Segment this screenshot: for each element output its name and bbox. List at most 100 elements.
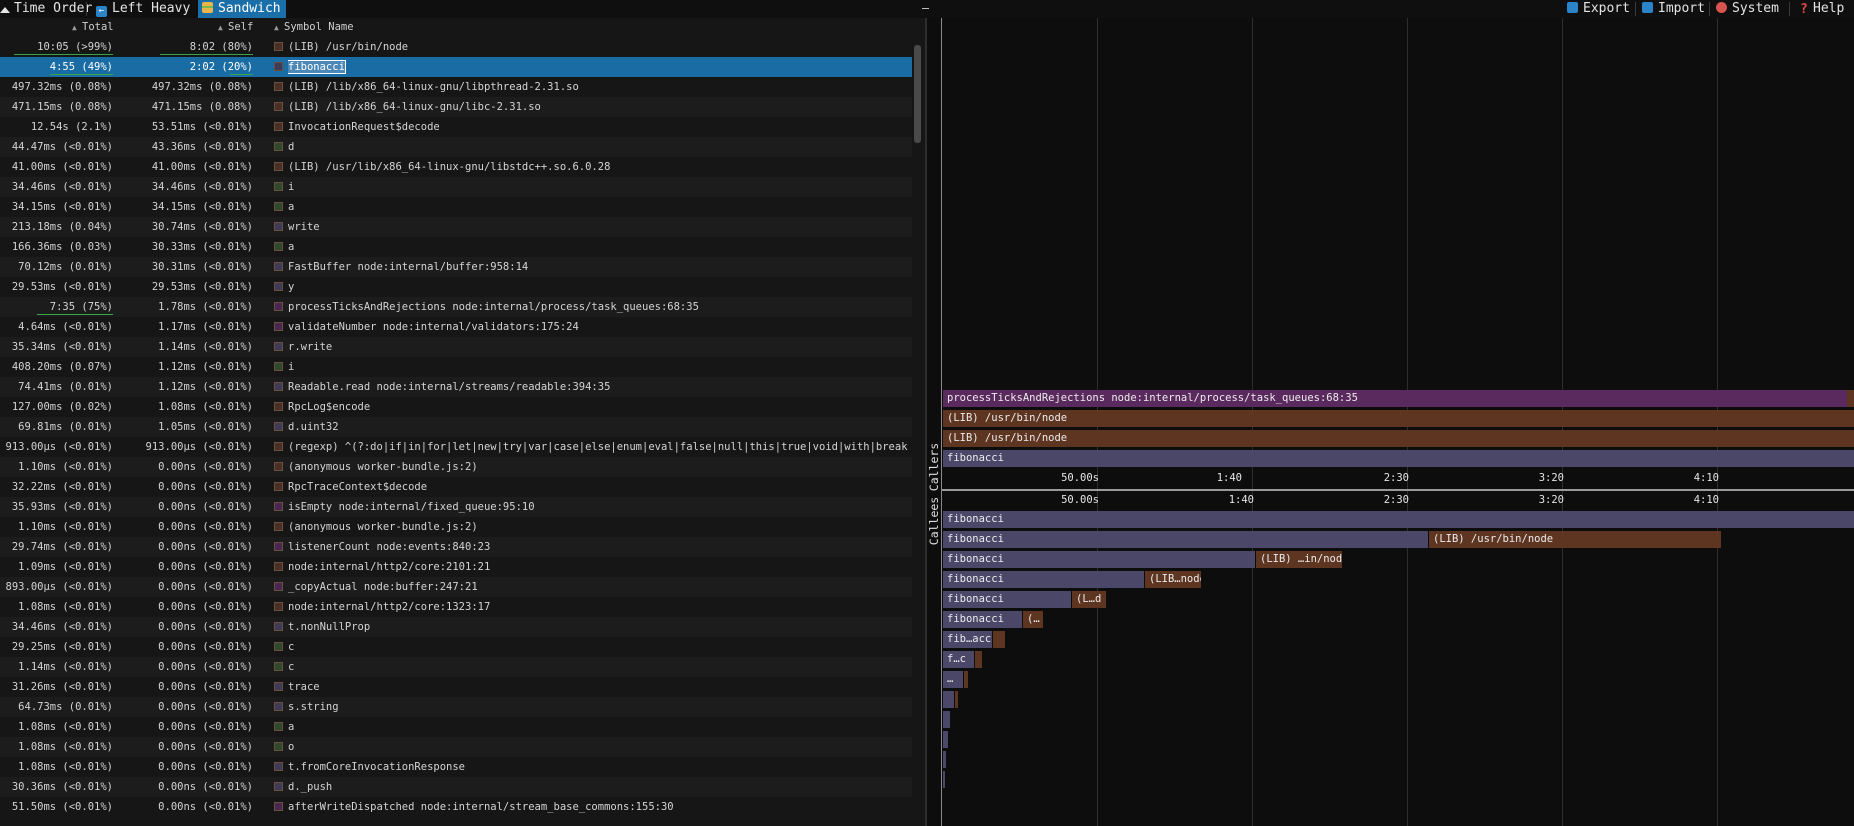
color-swatch-icon [274,482,283,491]
table-row[interactable]: 913.00µs (<0.01%) 913.00µs (<0.01%) (regex… [0,437,912,457]
table-row[interactable]: 69.81ms (0.01%) 1.05ms (<0.01%) d.uint32 [0,417,912,437]
table-row[interactable]: 408.20ms (0.07%) 1.12ms (<0.01%) i [0,357,912,377]
callees-frame-fibonacci[interactable]: fibonacci [943,611,1022,628]
table-row[interactable]: 29.74ms (<0.01%) 0.00ns (<0.01%) listenerC… [0,537,912,557]
flame-side-labels: Callers Callees [927,18,941,826]
table-row[interactable]: 32.22ms (<0.01%) 0.00ns (<0.01%) RpcTraceC… [0,477,912,497]
color-swatch-icon [274,322,283,331]
table-row[interactable]: 70.12ms (0.01%) 30.31ms (<0.01%) FastBuffe… [0,257,912,277]
table-row[interactable]: 471.15ms (0.08%) 471.15ms (0.08%) (LIB) /l… [0,97,912,117]
table-scrollbar[interactable] [914,45,921,143]
import-button[interactable]: Import [1642,0,1705,18]
tab-time-order[interactable]: Time Order [0,0,92,18]
export-button[interactable]: Export [1567,0,1630,18]
callees-frame-node[interactable]: (L…d [1072,591,1106,608]
callees-frame-fibonacci[interactable]: fibonacci [943,591,1071,608]
table-row[interactable]: 51.50ms (<0.01%) 0.00ns (<0.01%) afterWrit… [0,797,912,817]
callers-frame-node-2[interactable]: (LIB) /usr/bin/node [943,430,1854,447]
callees-frame-node[interactable] [955,691,958,708]
symbol-column-header[interactable]: ▲︎ Symbol Name [274,18,354,37]
table-row[interactable]: 31.26ms (<0.01%) 0.00ns (<0.01%) trace [0,677,912,697]
callees-frame-fibonacci[interactable]: fibonacci [943,571,1144,588]
callees-frame-fibonacci[interactable]: fibonacci [943,531,1428,548]
table-row[interactable]: 30.36ms (<0.01%) 0.00ns (<0.01%) d._push [0,777,912,797]
symbol-name-cell: InvocationRequest$decode [288,121,440,133]
callees-frame-node[interactable]: (LIB) /usr/bin/node [1429,531,1721,548]
callers-frame-node-1[interactable]: (LIB) /usr/bin/node [943,410,1854,427]
help-button[interactable]: ? Help [1800,0,1844,18]
system-theme-button[interactable]: System [1716,0,1779,18]
table-row[interactable]: 44.47ms (<0.01%) 43.36ms (<0.01%) d [0,137,912,157]
callees-frame-node[interactable] [975,651,982,668]
total-cell: 471.15ms (0.08%) [11,101,113,113]
total-weight-bar [37,314,113,315]
table-row[interactable]: 1.08ms (<0.01%) 0.00ns (<0.01%) o [0,737,912,757]
self-column-header[interactable]: ▲︎ Self [218,18,253,37]
callers-frame-processticks[interactable]: processTicksAndRejections node:internal/… [943,390,1847,407]
table-row[interactable]: 4.64ms (<0.01%) 1.17ms (<0.01%) validateNu… [0,317,912,337]
table-row[interactable]: 1.14ms (<0.01%) 0.00ns (<0.01%) c [0,657,912,677]
flame-split-line[interactable] [942,489,1854,491]
table-row[interactable]: 35.93ms (<0.01%) 0.00ns (<0.01%) isEmpty n… [0,497,912,517]
callees-frame-fibonacci[interactable] [943,751,946,768]
panel-resize-handle-icon[interactable] [922,8,929,9]
table-row[interactable]: 213.18ms (0.04%) 30.74ms (<0.01%) write [0,217,912,237]
table-row[interactable]: 64.73ms (0.01%) 0.00ns (<0.01%) s.string [0,697,912,717]
table-row[interactable]: 1.08ms (<0.01%) 0.00ns (<0.01%) t.fromCore… [0,757,912,777]
callees-frame-fibonacci[interactable] [943,711,950,728]
table-row[interactable]: 29.25ms (<0.01%) 0.00ns (<0.01%) c [0,637,912,657]
table-row[interactable]: 35.34ms (<0.01%) 1.14ms (<0.01%) r.write [0,337,912,357]
table-row[interactable]: 893.00µs (<0.01%) 0.00ns (<0.01%) _copyAct… [0,577,912,597]
table-row[interactable]: 12.54s (2.1%) 53.51ms (<0.01%) InvocationR… [0,117,912,137]
table-row[interactable]: 1.10ms (<0.01%) 0.00ns (<0.01%) (anonymous… [0,517,912,537]
callees-frame-fibonacci[interactable] [943,731,948,748]
total-cell: 31.26ms (<0.01%) [11,681,113,693]
total-weight-bar [50,74,113,75]
table-row[interactable]: 74.41ms (0.01%) 1.12ms (<0.01%) Readable.r… [0,377,912,397]
table-row[interactable]: 4:55 (49%) 2:02 (20%) fibonacci [0,57,912,77]
table-row[interactable]: 10:05 (>99%) 8:02 (80%) (LIB) /usr/bin/nod… [0,37,912,57]
table-row[interactable]: 1.08ms (<0.01%) 0.00ns (<0.01%) node:inte… [0,597,912,617]
total-cell: 1.10ms (<0.01%) [18,521,113,533]
callees-frame-fibonacci[interactable]: fib…acc [943,631,992,648]
symbol-name-cell: o [288,741,295,753]
callees-frame-node[interactable]: (… [1023,611,1043,628]
callees-frame-fibonacci[interactable] [943,691,954,708]
symbol-name-cell: RpcLog$encode [288,401,371,413]
table-row[interactable]: 127.00ms (0.02%) 1.08ms (<0.01%) RpcLog$en… [0,397,912,417]
color-swatch-icon [274,462,283,471]
total-column-header[interactable]: ▲︎ Total [72,18,114,37]
table-row[interactable]: 7:35 (75%) 1.78ms (<0.01%) processTicksAnd… [0,297,912,317]
tab-left-heavy[interactable]: ← Left Heavy [96,0,192,18]
table-row[interactable]: 41.00ms (<0.01%) 41.00ms (<0.01%) (LIB) /u… [0,157,912,177]
tab-sandwich[interactable]: Sandwich [198,0,286,18]
self-cell: 1.08ms (<0.01%) [158,401,253,413]
callees-frame-fibonacci-root[interactable]: fibonacci [943,511,1854,528]
import-icon [1642,2,1653,13]
table-row[interactable]: 34.46ms (<0.01%) 0.00ns (<0.01%) t.nonNull… [0,617,912,637]
callees-frame-node[interactable] [964,671,968,688]
callees-frame-fibonacci[interactable] [943,771,945,788]
total-cell: 69.81ms (0.01%) [18,421,113,433]
callers-frame-fibonacci[interactable]: fibonacci [943,450,1854,467]
self-cell: 0.00ns (<0.01%) [158,461,253,473]
table-row[interactable]: 34.15ms (<0.01%) 34.15ms (<0.01%) a [0,197,912,217]
callees-frame-fibonacci[interactable]: fibonacci [943,551,1255,568]
callees-frame-fibonacci[interactable]: … [943,671,963,688]
callees-frame-fibonacci[interactable]: f…c [943,651,974,668]
callees-frame-node[interactable] [993,631,1005,648]
callees-frame-node[interactable]: (LIB…node [1145,571,1201,588]
table-row[interactable]: 1.09ms (<0.01%) 0.00ns (<0.01%) node:inte… [0,557,912,577]
callees-frame-node[interactable]: (LIB) …in/nod [1256,551,1342,568]
self-cell: 0.00ns (<0.01%) [158,561,253,573]
table-row[interactable]: 1.10ms (<0.01%) 0.00ns (<0.01%) (anonymous… [0,457,912,477]
color-swatch-icon [274,682,283,691]
self-cell: 0.00ns (<0.01%) [158,481,253,493]
table-row[interactable]: 1.08ms (<0.01%) 0.00ns (<0.01%) a [0,717,912,737]
table-row[interactable]: 29.53ms (<0.01%) 29.53ms (<0.01%) y [0,277,912,297]
callers-frame-edge[interactable] [1847,390,1854,407]
table-row[interactable]: 166.36ms (0.03%) 30.33ms (<0.01%) a [0,237,912,257]
table-row[interactable]: 497.32ms (0.08%) 497.32ms (0.08%) (LIB) /l… [0,77,912,97]
table-row[interactable]: 34.46ms (<0.01%) 34.46ms (<0.01%) i [0,177,912,197]
color-swatch-icon [274,802,283,811]
